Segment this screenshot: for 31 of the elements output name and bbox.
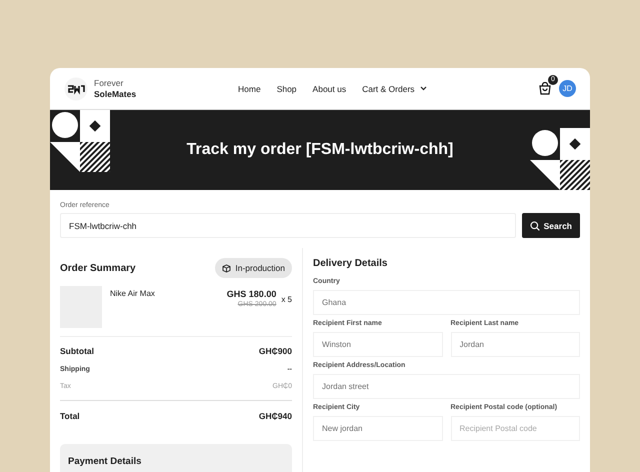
product-name: Nike Air Max xyxy=(110,289,156,298)
product-price: GHS 180.00 xyxy=(226,289,276,299)
product-quantity: x 5 xyxy=(281,295,292,304)
nav-dropdown[interactable]: Cart & Orders xyxy=(362,84,427,94)
brand-name: Forever xyxy=(94,78,124,88)
summary-value: GH₵900 xyxy=(258,346,292,356)
input-field[interactable]: Recipient Postal code xyxy=(450,416,580,441)
input-field[interactable]: New jordan xyxy=(313,416,442,441)
input-field[interactable]: Jordan street xyxy=(313,374,580,399)
section-title: Payment Details xyxy=(68,456,142,467)
nav-link[interactable]: Shop xyxy=(276,84,297,94)
page-title: Track my order [FSM-lwtbcriw-chh] xyxy=(186,141,454,159)
section-title: Delivery Details xyxy=(313,258,388,269)
section-title: Order Summary xyxy=(60,262,136,274)
nav-link[interactable]: About us xyxy=(312,84,346,94)
summary-label: Subtotal xyxy=(60,346,94,356)
summary-label: Total xyxy=(60,411,80,421)
chevron-down-icon xyxy=(420,86,427,91)
logo-icon xyxy=(64,76,88,100)
status-badge: In-production xyxy=(215,258,292,278)
user-avatar[interactable]: JD xyxy=(559,80,576,97)
search-button[interactable]: Search xyxy=(522,213,580,238)
brand-name: SoleMates xyxy=(94,88,136,100)
box-icon xyxy=(222,264,232,272)
order-reference-field[interactable]: FSM-lwtbcriw-chh xyxy=(60,213,516,238)
summary-value: GH₵940 xyxy=(258,411,292,421)
input-field[interactable]: Jordan xyxy=(450,332,580,357)
input-field[interactable]: Winston xyxy=(313,332,442,357)
nav-link[interactable]: Home xyxy=(238,84,261,94)
search-icon xyxy=(530,220,540,230)
input-field[interactable]: Ghana xyxy=(313,290,580,315)
